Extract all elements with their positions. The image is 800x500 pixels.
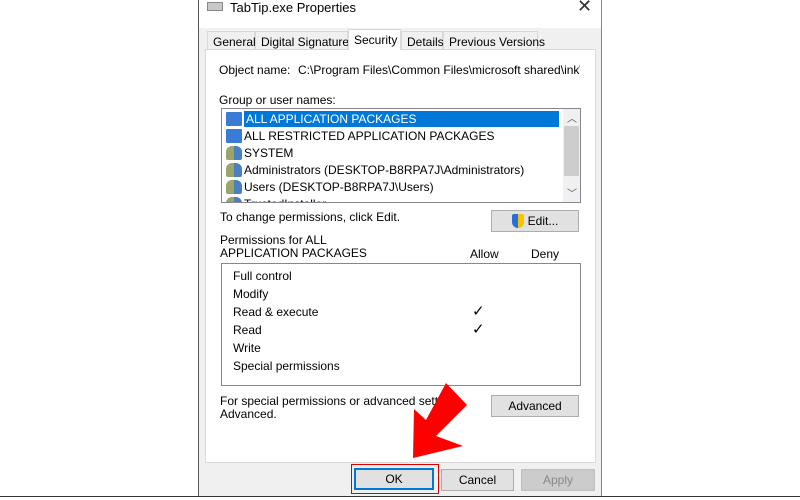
bottom-edge [0,496,800,500]
red-arrow-icon [413,383,467,458]
arrow-shape [413,383,467,458]
tab-security[interactable]: Security [348,29,401,50]
